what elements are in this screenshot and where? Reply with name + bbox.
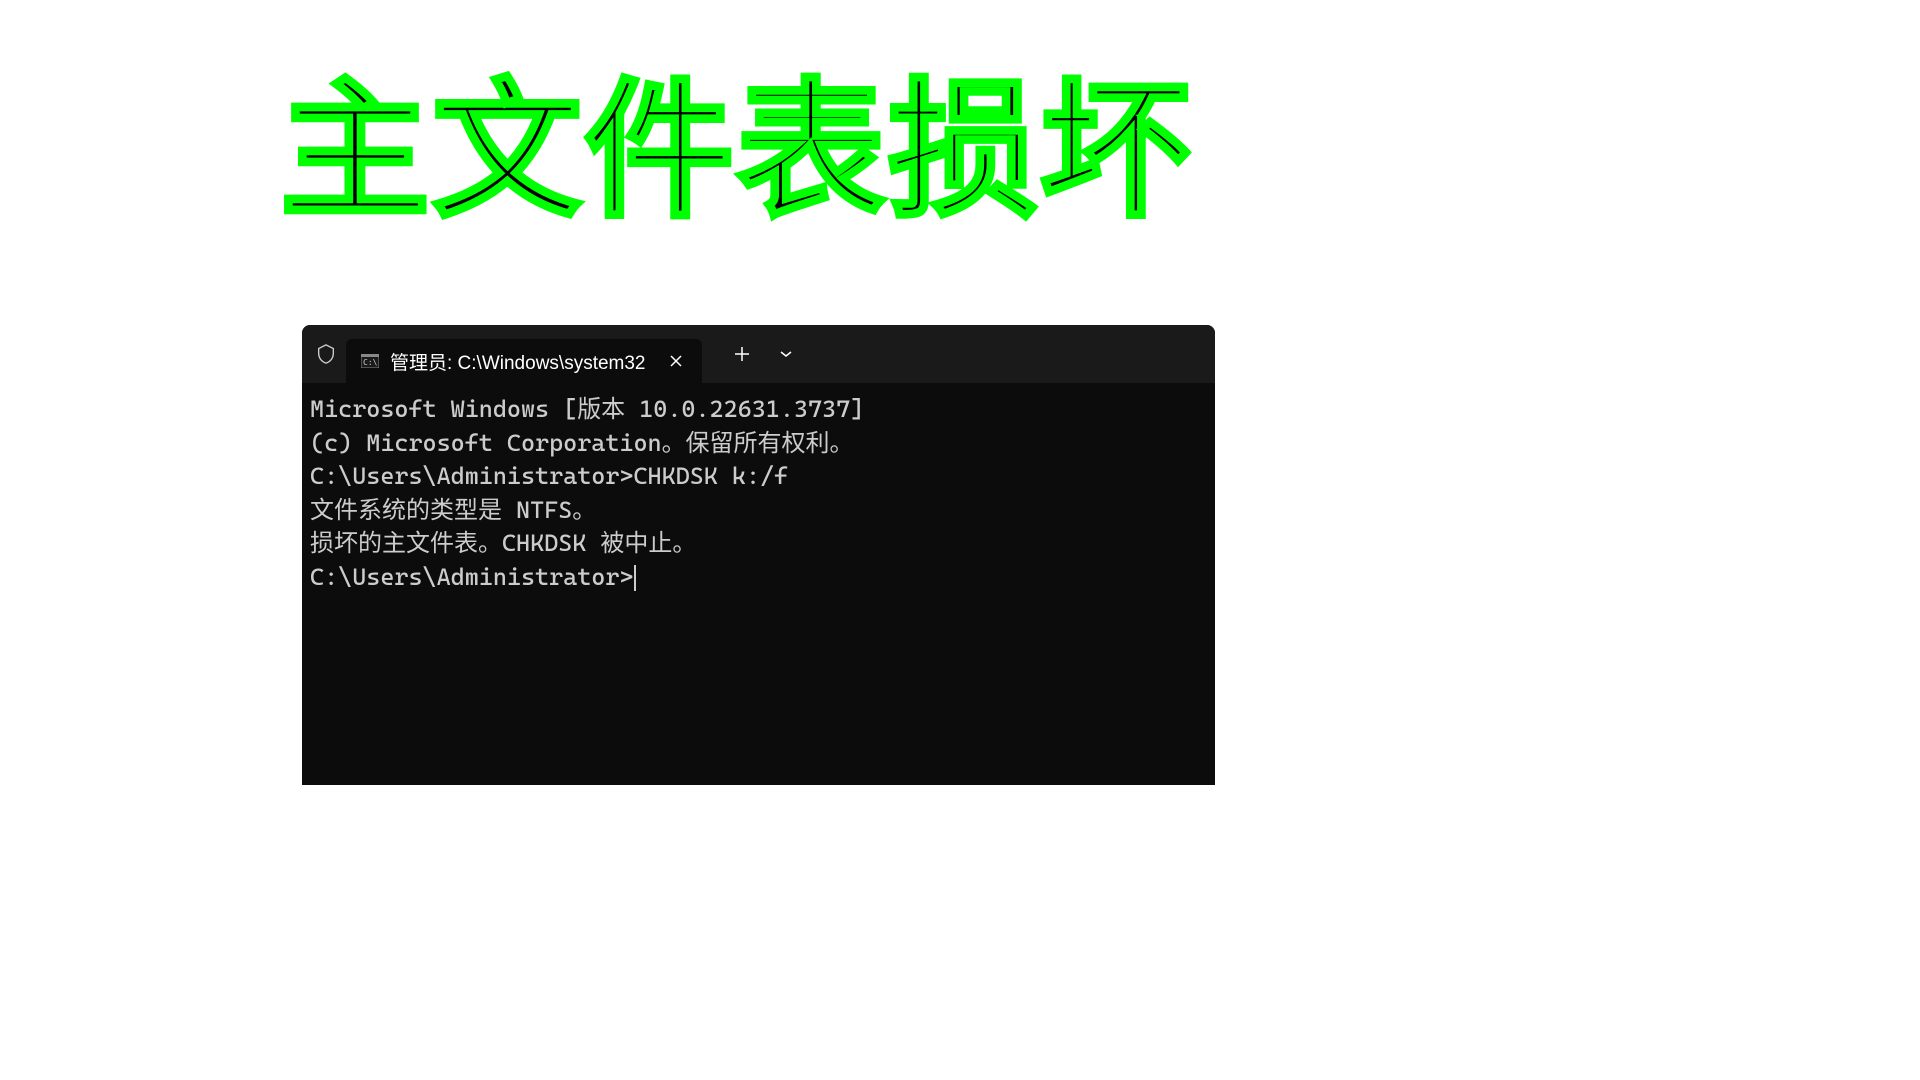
terminal-line: (c) Microsoft Corporation。保留所有权利。 <box>310 427 1207 461</box>
terminal-line: 损坏的主文件表。CHKDSK 被中止。 <box>310 527 1207 561</box>
terminal-window: C:\ 管理员: C:\Windows\system32 Micro <box>302 325 1215 785</box>
cursor <box>634 565 636 591</box>
new-tab-button[interactable] <box>726 338 758 370</box>
page-title: 主文件表损坏 <box>280 30 1192 247</box>
terminal-prompt-line: C:\Users\Administrator> <box>310 561 1207 595</box>
terminal-line: 文件系统的类型是 NTFS。 <box>310 494 1207 528</box>
shield-icon <box>314 342 338 366</box>
close-icon[interactable] <box>664 349 688 373</box>
terminal-line: C:\Users\Administrator>CHKDSK k:/f <box>310 460 1207 494</box>
tab-title: 管理员: C:\Windows\system32 <box>390 348 646 375</box>
cmd-icon: C:\ <box>360 351 380 371</box>
terminal-line: Microsoft Windows [版本 10.0.22631.3737] <box>310 393 1207 427</box>
tab-active[interactable]: C:\ 管理员: C:\Windows\system32 <box>346 339 702 383</box>
svg-text:C:\: C:\ <box>363 358 378 367</box>
chevron-down-icon[interactable] <box>774 342 798 366</box>
terminal-body[interactable]: Microsoft Windows [版本 10.0.22631.3737] (… <box>302 383 1215 605</box>
terminal-prompt: C:\Users\Administrator> <box>310 563 633 591</box>
titlebar: C:\ 管理员: C:\Windows\system32 <box>302 325 1215 383</box>
